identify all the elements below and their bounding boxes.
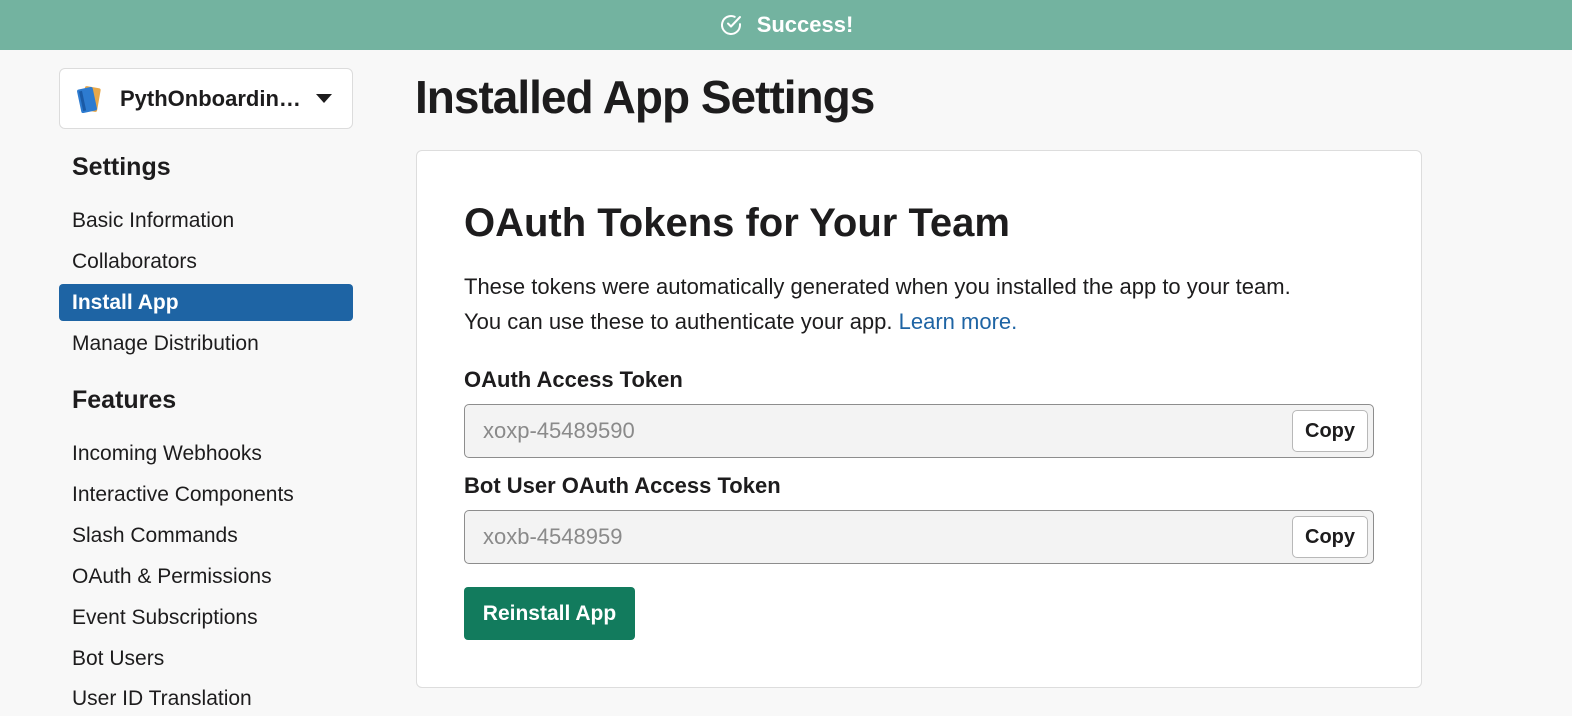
copy-oauth-token-button[interactable]: Copy (1292, 410, 1368, 452)
sidebar-item-manage-distribution[interactable]: Manage Distribution (59, 325, 353, 362)
sidebar-item-slash-commands[interactable]: Slash Commands (59, 517, 353, 554)
sidebar-item-incoming-webhooks[interactable]: Incoming Webhooks (59, 435, 353, 472)
app-name: PythOnboardin… (120, 85, 301, 111)
sidebar-item-install-app[interactable]: Install App (59, 284, 353, 321)
card-description: These tokens were automatically generate… (464, 269, 1364, 339)
oauth-access-token-label: OAuth Access Token (464, 367, 683, 392)
settings-heading: Settings (72, 153, 171, 181)
caret-down-icon (316, 94, 332, 103)
token-redaction (655, 411, 1289, 451)
sidebar-item-collaborators[interactable]: Collaborators (59, 243, 353, 280)
check-circle-icon (720, 15, 741, 35)
sidebar-item-interactive-components[interactable]: Interactive Components (59, 476, 353, 513)
sidebar-item-user-id-translation[interactable]: User ID Translation (59, 680, 353, 716)
token-redaction (641, 517, 1277, 557)
bot-user-oauth-access-token-label: Bot User OAuth Access Token (464, 473, 781, 498)
sidebar-item-bot-users[interactable]: Bot Users (59, 640, 353, 677)
sidebar-item-oauth-permissions[interactable]: OAuth & Permissions (59, 558, 353, 595)
bot-user-oauth-access-token-field[interactable]: xoxb-4548959 Copy (464, 510, 1374, 564)
sidebar-item-event-subscriptions[interactable]: Event Subscriptions (59, 599, 353, 636)
description-line-2-text: You can use these to authenticate your a… (464, 309, 893, 334)
reinstall-app-button[interactable]: Reinstall App (464, 587, 635, 640)
page-title: Installed App Settings (415, 71, 875, 123)
copy-bot-token-button[interactable]: Copy (1292, 516, 1368, 558)
success-banner: Success! (0, 0, 1572, 50)
oauth-access-token-field[interactable]: xoxp-45489590 Copy (464, 404, 1374, 458)
app-icon (77, 85, 101, 113)
card-title: OAuth Tokens for Your Team (464, 201, 1010, 245)
sidebar-item-basic-information[interactable]: Basic Information (59, 202, 353, 239)
oauth-tokens-card: OAuth Tokens for Your Team These tokens … (416, 150, 1422, 688)
bot-user-oauth-access-token-value: xoxb-4548959 (483, 524, 623, 549)
banner-text: Success! (756, 12, 854, 37)
learn-more-link[interactable]: Learn more. (899, 309, 1018, 334)
features-heading: Features (72, 386, 177, 414)
app-selector[interactable]: PythOnboardin… (59, 68, 353, 129)
description-line-1: These tokens were automatically generate… (464, 274, 1291, 299)
description-line-2: You can use these to authenticate your a… (464, 304, 1364, 339)
oauth-access-token-value: xoxp-45489590 (483, 418, 635, 443)
